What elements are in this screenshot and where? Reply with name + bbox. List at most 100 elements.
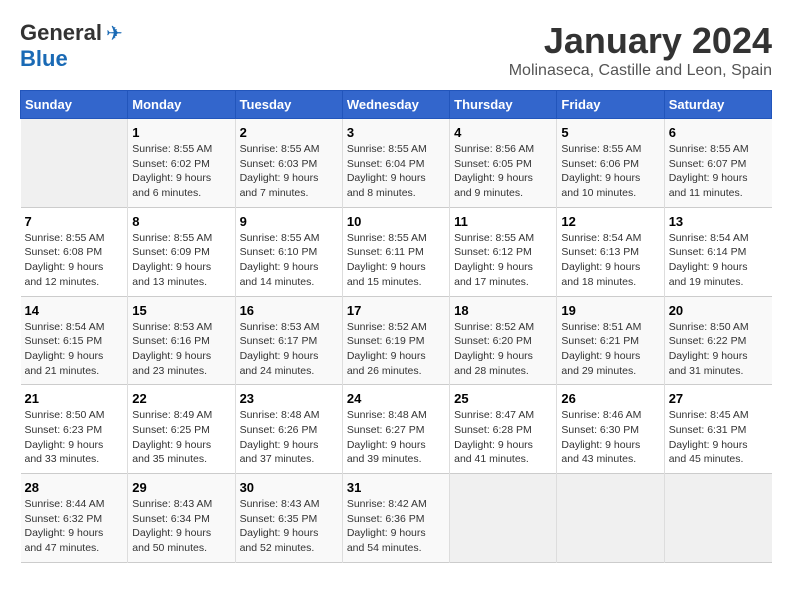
day-number: 28: [25, 480, 124, 495]
day-number: 21: [25, 391, 124, 406]
day-number: 7: [25, 214, 124, 229]
day-number: 2: [240, 125, 338, 140]
day-info: Sunrise: 8:43 AMSunset: 6:34 PMDaylight:…: [132, 497, 230, 556]
day-number: 22: [132, 391, 230, 406]
title-area: January 2024 Molinaseca, Castille and Le…: [509, 20, 772, 80]
day-number: 29: [132, 480, 230, 495]
day-cell: 18 Sunrise: 8:52 AMSunset: 6:20 PMDayligh…: [450, 296, 557, 385]
day-number: 23: [240, 391, 338, 406]
day-info: Sunrise: 8:55 AMSunset: 6:02 PMDaylight:…: [132, 142, 230, 201]
day-number: 5: [561, 125, 659, 140]
day-cell: 11 Sunrise: 8:55 AMSunset: 6:12 PMDayligh…: [450, 207, 557, 296]
day-info: Sunrise: 8:53 AMSunset: 6:16 PMDaylight:…: [132, 320, 230, 379]
day-number: 18: [454, 303, 552, 318]
day-number: 30: [240, 480, 338, 495]
day-cell: 3Sunrise: 8:55 AMSunset: 6:04 PMDaylight…: [342, 119, 449, 208]
day-cell: 30 Sunrise: 8:43 AMSunset: 6:35 PMDayligh…: [235, 474, 342, 563]
day-info: Sunrise: 8:55 AMSunset: 6:08 PMDaylight:…: [25, 231, 124, 290]
day-info: Sunrise: 8:49 AMSunset: 6:25 PMDaylight:…: [132, 408, 230, 467]
day-cell: 16 Sunrise: 8:53 AMSunset: 6:17 PMDayligh…: [235, 296, 342, 385]
day-cell: 26Sunrise: 8:46 AMSunset: 6:30 PMDayligh…: [557, 385, 664, 474]
day-cell: 24 Sunrise: 8:48 AMSunset: 6:27 PMDayligh…: [342, 385, 449, 474]
day-info: Sunrise: 8:55 AMSunset: 6:11 PMDaylight:…: [347, 231, 445, 290]
day-info: Sunrise: 8:52 AMSunset: 6:20 PMDaylight:…: [454, 320, 552, 379]
logo-general-text: General: [20, 20, 102, 46]
day-number: 6: [669, 125, 768, 140]
day-cell: 12Sunrise: 8:54 AMSunset: 6:13 PMDayligh…: [557, 207, 664, 296]
day-info: Sunrise: 8:43 AMSunset: 6:35 PMDaylight:…: [240, 497, 338, 556]
header-thursday: Thursday: [450, 91, 557, 119]
day-number: 27: [669, 391, 768, 406]
day-info: Sunrise: 8:55 AMSunset: 6:04 PMDaylight:…: [347, 142, 445, 201]
header-wednesday: Wednesday: [342, 91, 449, 119]
day-info: Sunrise: 8:45 AMSunset: 6:31 PMDaylight:…: [669, 408, 768, 467]
day-cell: 27 Sunrise: 8:45 AMSunset: 6:31 PMDayligh…: [664, 385, 771, 474]
day-info: Sunrise: 8:55 AMSunset: 6:12 PMDaylight:…: [454, 231, 552, 290]
day-number: 9: [240, 214, 338, 229]
page-header: General ✈ Blue January 2024 Molinaseca, …: [20, 20, 772, 80]
header-tuesday: Tuesday: [235, 91, 342, 119]
day-info: Sunrise: 8:55 AMSunset: 6:09 PMDaylight:…: [132, 231, 230, 290]
day-number: 13: [669, 214, 768, 229]
calendar-table: SundayMondayTuesdayWednesdayThursdayFrid…: [20, 90, 772, 563]
day-info: Sunrise: 8:42 AMSunset: 6:36 PMDaylight:…: [347, 497, 445, 556]
day-number: 20: [669, 303, 768, 318]
day-cell: 20 Sunrise: 8:50 AMSunset: 6:22 PMDayligh…: [664, 296, 771, 385]
day-number: 11: [454, 214, 552, 229]
day-info: Sunrise: 8:55 AMSunset: 6:10 PMDaylight:…: [240, 231, 338, 290]
day-cell: 14Sunrise: 8:54 AMSunset: 6:15 PMDayligh…: [21, 296, 128, 385]
day-info: Sunrise: 8:48 AMSunset: 6:27 PMDaylight:…: [347, 408, 445, 467]
day-cell: [664, 474, 771, 563]
day-info: Sunrise: 8:51 AMSunset: 6:21 PMDaylight:…: [561, 320, 659, 379]
day-cell: 25 Sunrise: 8:47 AMSunset: 6:28 PMDayligh…: [450, 385, 557, 474]
day-cell: 15 Sunrise: 8:53 AMSunset: 6:16 PMDayligh…: [128, 296, 235, 385]
day-cell: [21, 119, 128, 208]
header-saturday: Saturday: [664, 91, 771, 119]
calendar-header-row: SundayMondayTuesdayWednesdayThursdayFrid…: [21, 91, 772, 119]
day-cell: 19 Sunrise: 8:51 AMSunset: 6:21 PMDayligh…: [557, 296, 664, 385]
week-row-1: 1Sunrise: 8:55 AMSunset: 6:02 PMDaylight…: [21, 119, 772, 208]
header-monday: Monday: [128, 91, 235, 119]
day-number: 25: [454, 391, 552, 406]
logo-bird-icon: ✈: [106, 21, 123, 46]
day-cell: 8 Sunrise: 8:55 AMSunset: 6:09 PMDaylight…: [128, 207, 235, 296]
day-info: Sunrise: 8:50 AMSunset: 6:23 PMDaylight:…: [25, 408, 124, 467]
day-number: 12: [561, 214, 659, 229]
day-info: Sunrise: 8:47 AMSunset: 6:28 PMDaylight:…: [454, 408, 552, 467]
day-number: 10: [347, 214, 445, 229]
day-cell: 2Sunrise: 8:55 AMSunset: 6:03 PMDaylight…: [235, 119, 342, 208]
day-cell: 10 Sunrise: 8:55 AMSunset: 6:11 PMDayligh…: [342, 207, 449, 296]
day-number: 8: [132, 214, 230, 229]
day-number: 16: [240, 303, 338, 318]
day-cell: [557, 474, 664, 563]
week-row-5: 28Sunrise: 8:44 AMSunset: 6:32 PMDayligh…: [21, 474, 772, 563]
day-info: Sunrise: 8:56 AMSunset: 6:05 PMDaylight:…: [454, 142, 552, 201]
day-number: 14: [25, 303, 124, 318]
day-info: Sunrise: 8:55 AMSunset: 6:06 PMDaylight:…: [561, 142, 659, 201]
day-info: Sunrise: 8:55 AMSunset: 6:07 PMDaylight:…: [669, 142, 768, 201]
day-cell: 17Sunrise: 8:52 AMSunset: 6:19 PMDayligh…: [342, 296, 449, 385]
day-cell: 29 Sunrise: 8:43 AMSunset: 6:34 PMDayligh…: [128, 474, 235, 563]
day-number: 19: [561, 303, 659, 318]
day-number: 4: [454, 125, 552, 140]
day-info: Sunrise: 8:48 AMSunset: 6:26 PMDaylight:…: [240, 408, 338, 467]
calendar-title: January 2024: [509, 20, 772, 62]
day-info: Sunrise: 8:53 AMSunset: 6:17 PMDaylight:…: [240, 320, 338, 379]
day-info: Sunrise: 8:50 AMSunset: 6:22 PMDaylight:…: [669, 320, 768, 379]
day-cell: 23 Sunrise: 8:48 AMSunset: 6:26 PMDayligh…: [235, 385, 342, 474]
week-row-3: 14Sunrise: 8:54 AMSunset: 6:15 PMDayligh…: [21, 296, 772, 385]
day-info: Sunrise: 8:54 AMSunset: 6:14 PMDaylight:…: [669, 231, 768, 290]
day-info: Sunrise: 8:52 AMSunset: 6:19 PMDaylight:…: [347, 320, 445, 379]
day-cell: 21 Sunrise: 8:50 AMSunset: 6:23 PMDayligh…: [21, 385, 128, 474]
calendar-subtitle: Molinaseca, Castille and Leon, Spain: [509, 62, 772, 80]
day-cell: 13 Sunrise: 8:54 AMSunset: 6:14 PMDayligh…: [664, 207, 771, 296]
day-info: Sunrise: 8:46 AMSunset: 6:30 PMDaylight:…: [561, 408, 659, 467]
logo-blue-text: Blue: [20, 46, 68, 72]
day-number: 24: [347, 391, 445, 406]
day-cell: 1Sunrise: 8:55 AMSunset: 6:02 PMDaylight…: [128, 119, 235, 208]
day-cell: 4 Sunrise: 8:56 AMSunset: 6:05 PMDaylight…: [450, 119, 557, 208]
day-cell: 6 Sunrise: 8:55 AMSunset: 6:07 PMDaylight…: [664, 119, 771, 208]
week-row-2: 7 Sunrise: 8:55 AMSunset: 6:08 PMDaylight…: [21, 207, 772, 296]
day-cell: 31Sunrise: 8:42 AMSunset: 6:36 PMDayligh…: [342, 474, 449, 563]
day-number: 15: [132, 303, 230, 318]
